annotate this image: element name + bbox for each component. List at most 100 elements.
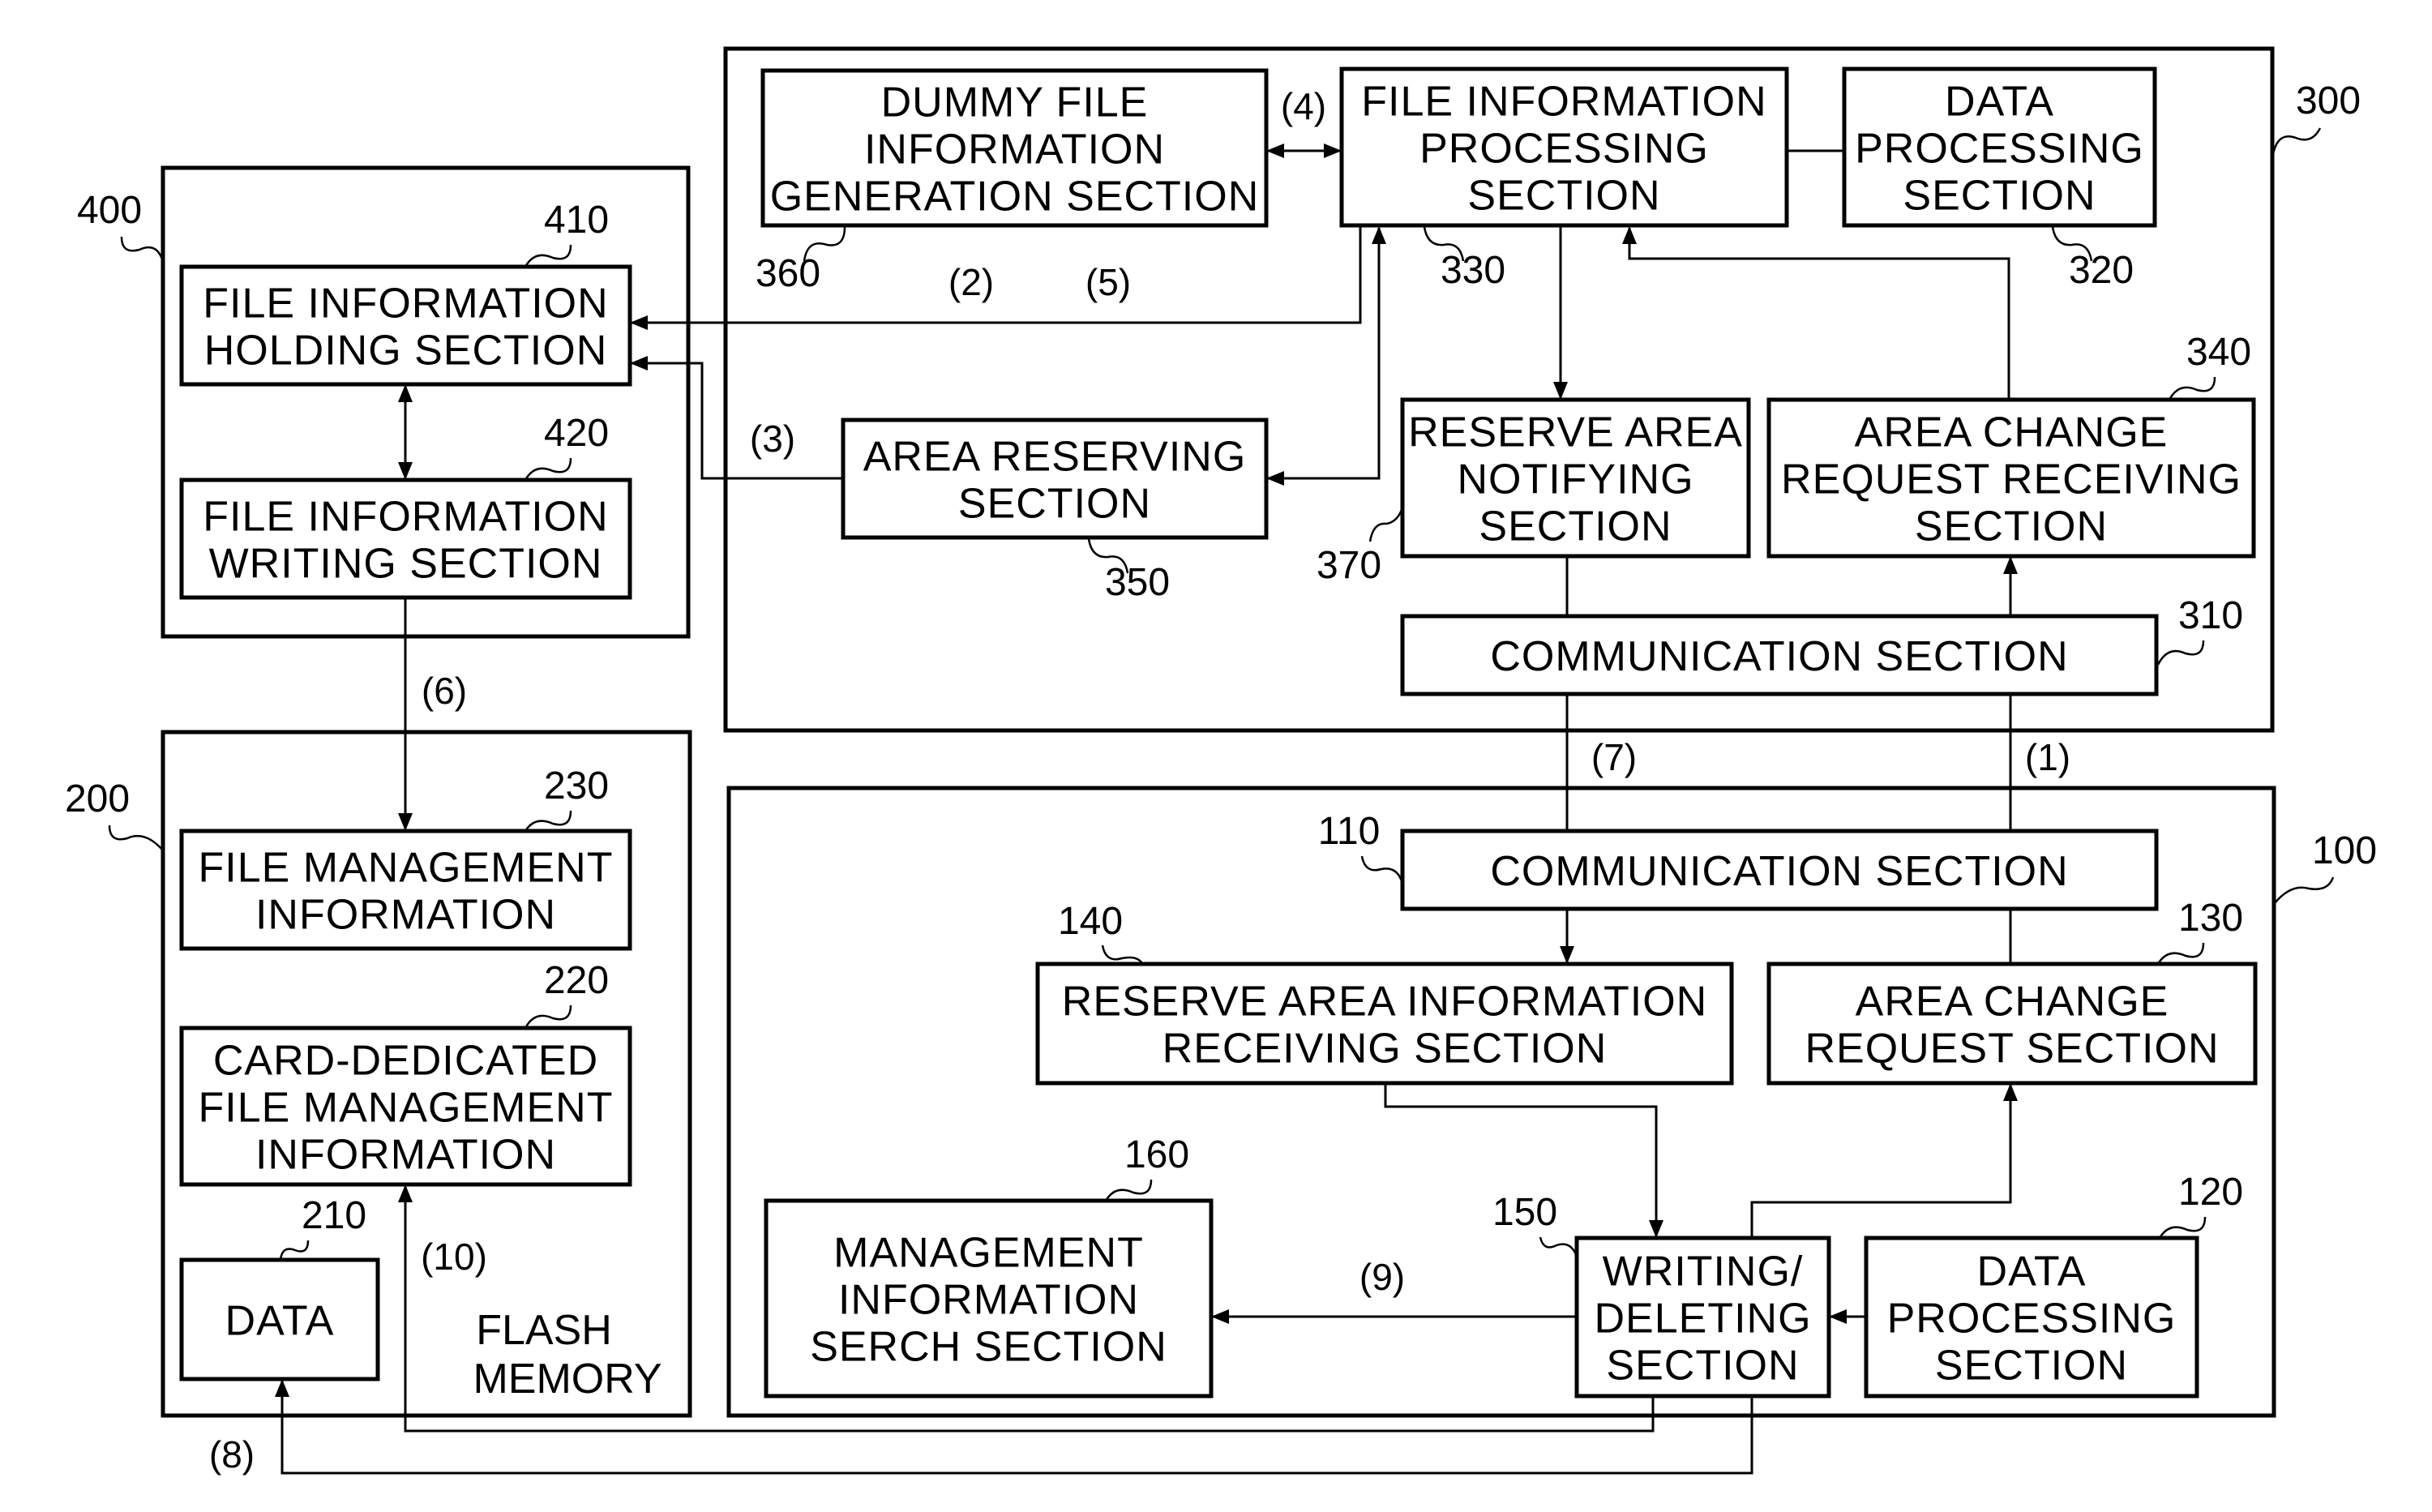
step-8: (8) [209,1433,255,1476]
leader-300 [2271,127,2322,155]
leader-110 [1360,855,1404,884]
block-150-label-line: DELETING [1594,1296,1811,1343]
block-350-label-line: SECTION [958,481,1151,528]
leader-370 [1368,507,1404,542]
arrow-330-350 [1266,226,1386,486]
block-340-label-line: SECTION [1915,503,2108,550]
block-120: DATAPROCESSINGSECTION [1864,1236,2199,1398]
block-230: FILE MANAGEMENTINFORMATION [179,829,632,951]
step-7: (7) [1591,736,1637,778]
leader-200 [108,825,164,851]
ref-370: 370 [1317,544,1381,587]
block-150: WRITING/DELETINGSECTION [1574,1236,1831,1398]
ref-340: 340 [2186,331,2251,374]
ref-200: 200 [65,777,130,820]
step-10: (10) [421,1236,487,1278]
leader-100 [2274,876,2335,904]
ref-100: 100 [2312,829,2377,872]
block-310-label-line: COMMUNICATION SECTION [1490,633,2068,680]
block-310: COMMUNICATION SECTION [1400,614,2159,696]
ref-410: 410 [544,199,609,242]
block-120-label-line: PROCESSING [1887,1296,2177,1343]
block-370-label-line: SECTION [1479,503,1672,550]
block-140-label-line: RESERVE AREA INFORMATION [1062,979,1707,1026]
ref-310: 310 [2178,594,2243,637]
leader-420 [524,457,572,481]
block-220-label-line: CARD-DEDICATED [213,1038,598,1085]
block-320-label-line: PROCESSING [1855,126,2144,173]
arrow-330-410 [630,225,1362,330]
block-320: DATAPROCESSINGSECTION [1842,66,2157,228]
block-140-label-line: RECEIVING SECTION [1162,1026,1608,1073]
ref-400: 400 [77,189,142,232]
block-160: MANAGEMENTINFORMATIONSERCH SECTION [764,1198,1214,1398]
block-420-label-line: WRITING SECTION [209,541,603,588]
ref-360: 360 [756,252,820,295]
arrow-350-410 [630,356,843,480]
block-420-label-line: FILE INFORMATION [203,494,608,541]
block-350-label-line: AREA RESERVING [863,434,1247,481]
ref-300: 300 [2296,79,2361,122]
block-160-label-line: MANAGEMENT [833,1230,1144,1277]
block-230-label-line: INFORMATION [255,892,556,939]
leader-410 [524,244,572,268]
flash-memory-label-line1: FLASH [476,1307,612,1354]
ref-110: 110 [1318,810,1381,853]
step-3: (3) [750,418,795,460]
block-diagram: DUMMY FILEINFORMATIONGENERATION SECTION F… [65,46,2377,1476]
block-220-label-line: INFORMATION [255,1132,556,1179]
block-340-label-line: REQUEST RECEIVING [1781,456,2241,503]
block-420: FILE INFORMATIONWRITING SECTION [179,478,632,600]
block-130-label-line: REQUEST SECTION [1805,1026,2219,1073]
leader-140 [1101,944,1145,966]
block-410-label-line: HOLDING SECTION [204,328,608,375]
ref-120: 120 [2178,1171,2243,1214]
ref-350: 350 [1105,561,1170,604]
block-360-label-line: INFORMATION [864,126,1165,173]
ref-320: 320 [2069,249,2134,292]
ref-160: 160 [1124,1133,1189,1176]
step-9: (9) [1359,1256,1405,1298]
block-330-label-line: SECTION [1467,173,1660,220]
ref-150: 150 [1492,1191,1557,1234]
block-370: RESERVE AREANOTIFYINGSECTION [1400,397,1751,559]
ref-220: 220 [544,959,609,1002]
step-6: (6) [422,670,467,712]
leader-150 [1539,1236,1578,1257]
leader-210 [279,1240,310,1261]
ref-130: 130 [2178,897,2243,940]
block-110: COMMUNICATION SECTION [1400,829,2159,911]
leader-400 [120,236,165,263]
block-130-label-line: AREA CHANGE [1856,979,2169,1026]
block-360: DUMMY FILEINFORMATIONGENERATION SECTION [760,68,1269,228]
ref-210: 210 [302,1194,366,1237]
block-220: CARD-DEDICATEDFILE MANAGEMENTINFORMATION [179,1026,632,1187]
block-150-label-line: SECTION [1606,1343,1799,1390]
block-210: DATA [179,1257,380,1381]
block-230-label-line: FILE MANAGEMENT [199,845,614,892]
block-160-label-line: INFORMATION [838,1277,1139,1324]
block-370-label-line: RESERVE AREA [1408,409,1743,456]
block-410: FILE INFORMATIONHOLDING SECTION [179,264,632,387]
block-210-label-line: DATA [225,1298,335,1345]
block-410-label-line: FILE INFORMATION [203,281,608,328]
ref-420: 420 [544,412,609,455]
block-370-label-line: NOTIFYING [1457,456,1693,503]
leader-310 [2156,640,2205,666]
arrow-340-330 [1622,226,2010,400]
block-330-label-line: FILE INFORMATION [1361,79,1766,126]
block-340: AREA CHANGEREQUEST RECEIVINGSECTION [1766,397,2256,559]
block-330-label-line: PROCESSING [1419,126,1709,173]
block-160-label-line: SERCH SECTION [810,1324,1167,1371]
block-140: RESERVE AREA INFORMATIONRECEIVING SECTIO… [1035,962,1734,1086]
ref-330: 330 [1441,249,1505,292]
ref-140: 140 [1058,900,1123,943]
block-150-label-line: WRITING/ [1603,1249,1804,1296]
block-320-label-line: SECTION [1903,173,2096,220]
block-110-label-line: COMMUNICATION SECTION [1490,848,2068,895]
block-120-label-line: DATA [1977,1249,2087,1296]
block-330: FILE INFORMATIONPROCESSINGSECTION [1339,66,1789,228]
block-130: AREA CHANGEREQUEST SECTION [1766,962,2258,1086]
block-350: AREA RESERVINGSECTION [841,418,1269,540]
leader-120 [2158,1216,2207,1239]
